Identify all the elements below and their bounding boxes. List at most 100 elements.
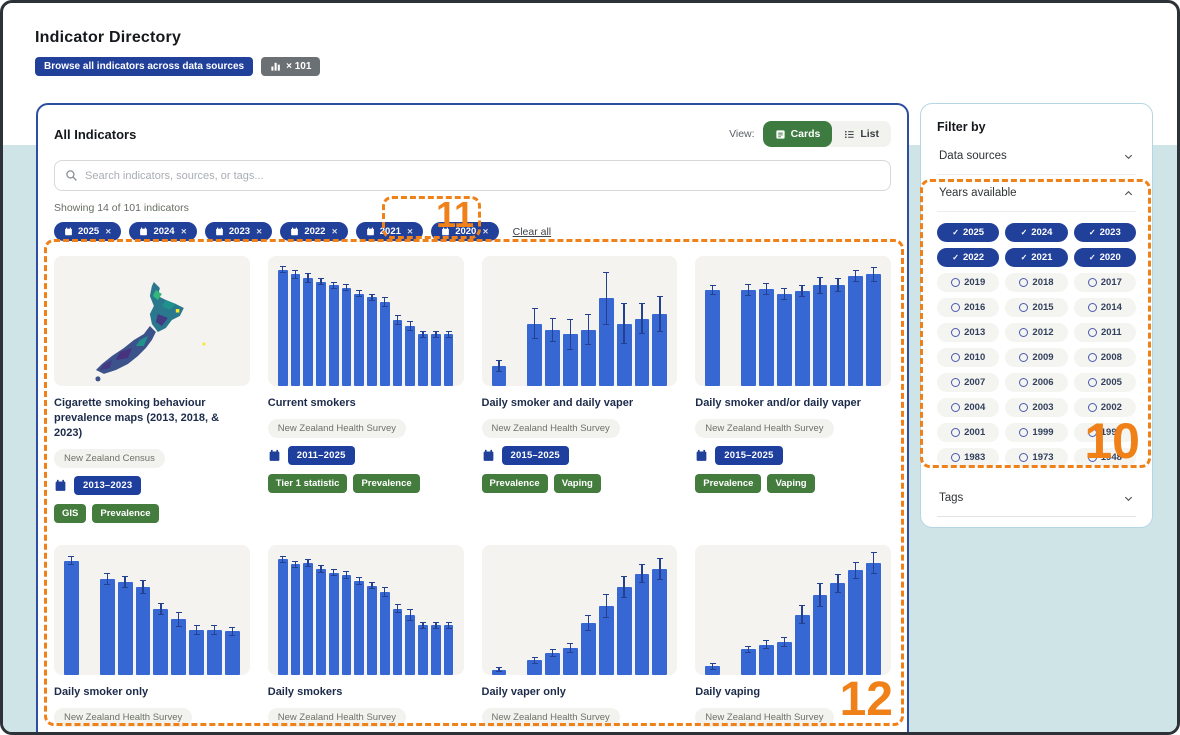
error-bar [140, 580, 146, 594]
chart-bar [848, 276, 863, 386]
indicator-card[interactable]: Current smokers New Zealand Health Surve… [268, 256, 464, 523]
error-bar [305, 559, 311, 566]
year-option-2017[interactable]: 2017 [1074, 273, 1136, 292]
remove-chip-icon[interactable]: ✕ [331, 227, 337, 236]
year-filter-chip[interactable]: 2020 ✕ [431, 222, 498, 241]
chart-bar [342, 288, 352, 386]
search-input[interactable] [85, 170, 880, 182]
indicator-card[interactable]: Daily vaping New Zealand Health Survey 2… [695, 545, 891, 735]
year-option-1983[interactable]: 1983 [937, 448, 999, 467]
search-box[interactable] [54, 160, 891, 191]
year-option-2001[interactable]: 2001 [937, 423, 999, 442]
chart-bar [813, 285, 828, 386]
year-option-2007[interactable]: 2007 [937, 373, 999, 392]
year-option-2013[interactable]: 2013 [937, 323, 999, 342]
error-bar [657, 558, 663, 580]
error-bar [343, 284, 349, 291]
error-bar [122, 576, 128, 588]
year-filter-chip[interactable]: 2024 ✕ [129, 222, 196, 241]
year-option-2020[interactable]: ✓2020 [1074, 248, 1136, 267]
tag-badge: GIS [54, 504, 86, 523]
view-list-button[interactable]: List [832, 121, 891, 147]
year-option-2008[interactable]: 2008 [1074, 348, 1136, 367]
year-filter-chip[interactable]: 2023 ✕ [205, 222, 272, 241]
error-bar [781, 288, 787, 300]
year-option-2009[interactable]: 2009 [1005, 348, 1067, 367]
year-option-2012[interactable]: 2012 [1005, 323, 1067, 342]
indicator-card[interactable]: Daily smoker only New Zealand Health Sur… [54, 545, 250, 735]
error-bar [356, 290, 362, 297]
year-option-2025[interactable]: ✓2025 [937, 223, 999, 242]
year-option-2011[interactable]: 2011 [1074, 323, 1136, 342]
chart-bar [705, 290, 720, 386]
remove-chip-icon[interactable]: ✕ [482, 227, 488, 236]
year-option-2018[interactable]: 2018 [1005, 273, 1067, 292]
view-cards-button[interactable]: Cards [763, 121, 833, 147]
remove-chip-icon[interactable]: ✕ [181, 227, 187, 236]
check-icon: ✓ [952, 253, 959, 262]
year-option-2015[interactable]: 2015 [1005, 298, 1067, 317]
error-bar [280, 266, 286, 273]
filter-section-tags[interactable]: Tags [937, 480, 1136, 517]
tag-badge: Prevalence [482, 474, 548, 493]
calendar-icon [695, 449, 708, 462]
error-bar [446, 331, 452, 338]
remove-chip-icon[interactable]: ✕ [256, 227, 262, 236]
tag-badge: Vaping [767, 474, 814, 493]
year-option-1948[interactable]: 1948 [1074, 448, 1136, 467]
error-bar [369, 582, 375, 589]
filter-section-years[interactable]: Years available [937, 175, 1136, 212]
check-icon: ✓ [1021, 228, 1028, 237]
error-bar [621, 576, 627, 598]
year-option-2016[interactable]: 2016 [937, 298, 999, 317]
radio-circle-icon [1019, 328, 1028, 337]
year-filter-chip[interactable]: 2022 ✕ [280, 222, 347, 241]
error-bar [871, 552, 877, 574]
year-option-2021[interactable]: ✓2021 [1005, 248, 1067, 267]
year-filter-chip[interactable]: 2025 ✕ [54, 222, 121, 241]
year-option-2005[interactable]: 2005 [1074, 373, 1136, 392]
indicator-card[interactable]: Cigarette smoking behaviour prevalence m… [54, 256, 250, 523]
year-option-1996[interactable]: 1996 [1074, 423, 1136, 442]
year-option-2004[interactable]: 2004 [937, 398, 999, 417]
indicator-title: Daily smoker and daily vaper [482, 396, 678, 411]
year-option-2006[interactable]: 2006 [1005, 373, 1067, 392]
radio-circle-icon [1019, 453, 1028, 462]
year-option-2022[interactable]: ✓2022 [937, 248, 999, 267]
remove-chip-icon[interactable]: ✕ [105, 227, 111, 236]
year-option-2024[interactable]: ✓2024 [1005, 223, 1067, 242]
year-option-2019[interactable]: 2019 [937, 273, 999, 292]
chart-bar [405, 615, 415, 675]
indicator-card[interactable]: Daily smokers New Zealand Health Survey … [268, 545, 464, 735]
year-option-1999[interactable]: 1999 [1005, 423, 1067, 442]
indicator-card[interactable]: Daily smoker and/or daily vaper New Zeal… [695, 256, 891, 523]
source-badge: New Zealand Health Survey [695, 419, 833, 438]
year-option-2002[interactable]: 2002 [1074, 398, 1136, 417]
error-bar [585, 615, 591, 632]
chevron-up-icon [1123, 188, 1134, 199]
year-filter-chip[interactable]: 2021 ✕ [356, 222, 423, 241]
error-bar [639, 564, 645, 583]
radio-circle-icon [951, 303, 960, 312]
error-bar [433, 622, 439, 629]
chart-bar [418, 625, 428, 674]
clear-all-link[interactable]: Clear all [513, 226, 552, 238]
year-option-2003[interactable]: 2003 [1005, 398, 1067, 417]
chart-bar [866, 563, 881, 675]
remove-chip-icon[interactable]: ✕ [407, 227, 413, 236]
calendar-icon [482, 449, 495, 462]
error-bar [395, 604, 401, 614]
chart-bar [830, 583, 845, 674]
error-bar [621, 303, 627, 344]
indicator-title: Daily vaper only [482, 685, 678, 700]
year-option-2023[interactable]: ✓2023 [1074, 223, 1136, 242]
indicator-card[interactable]: Daily smoker and daily vaper New Zealand… [482, 256, 678, 523]
year-option-2010[interactable]: 2010 [937, 348, 999, 367]
error-bar [567, 319, 573, 350]
page-subtitle-badge: Browse all indicators across data source… [35, 57, 253, 76]
year-option-2014[interactable]: 2014 [1074, 298, 1136, 317]
year-options-grid: ✓2025 ✓2024 ✓2023 ✓2022 ✓2021 ✓2020 2019 2018 20… [937, 223, 1136, 467]
filter-section-data-sources[interactable]: Data sources [937, 138, 1136, 175]
indicator-card[interactable]: Daily vaper only New Zealand Health Surv… [482, 545, 678, 735]
year-option-1973[interactable]: 1973 [1005, 448, 1067, 467]
